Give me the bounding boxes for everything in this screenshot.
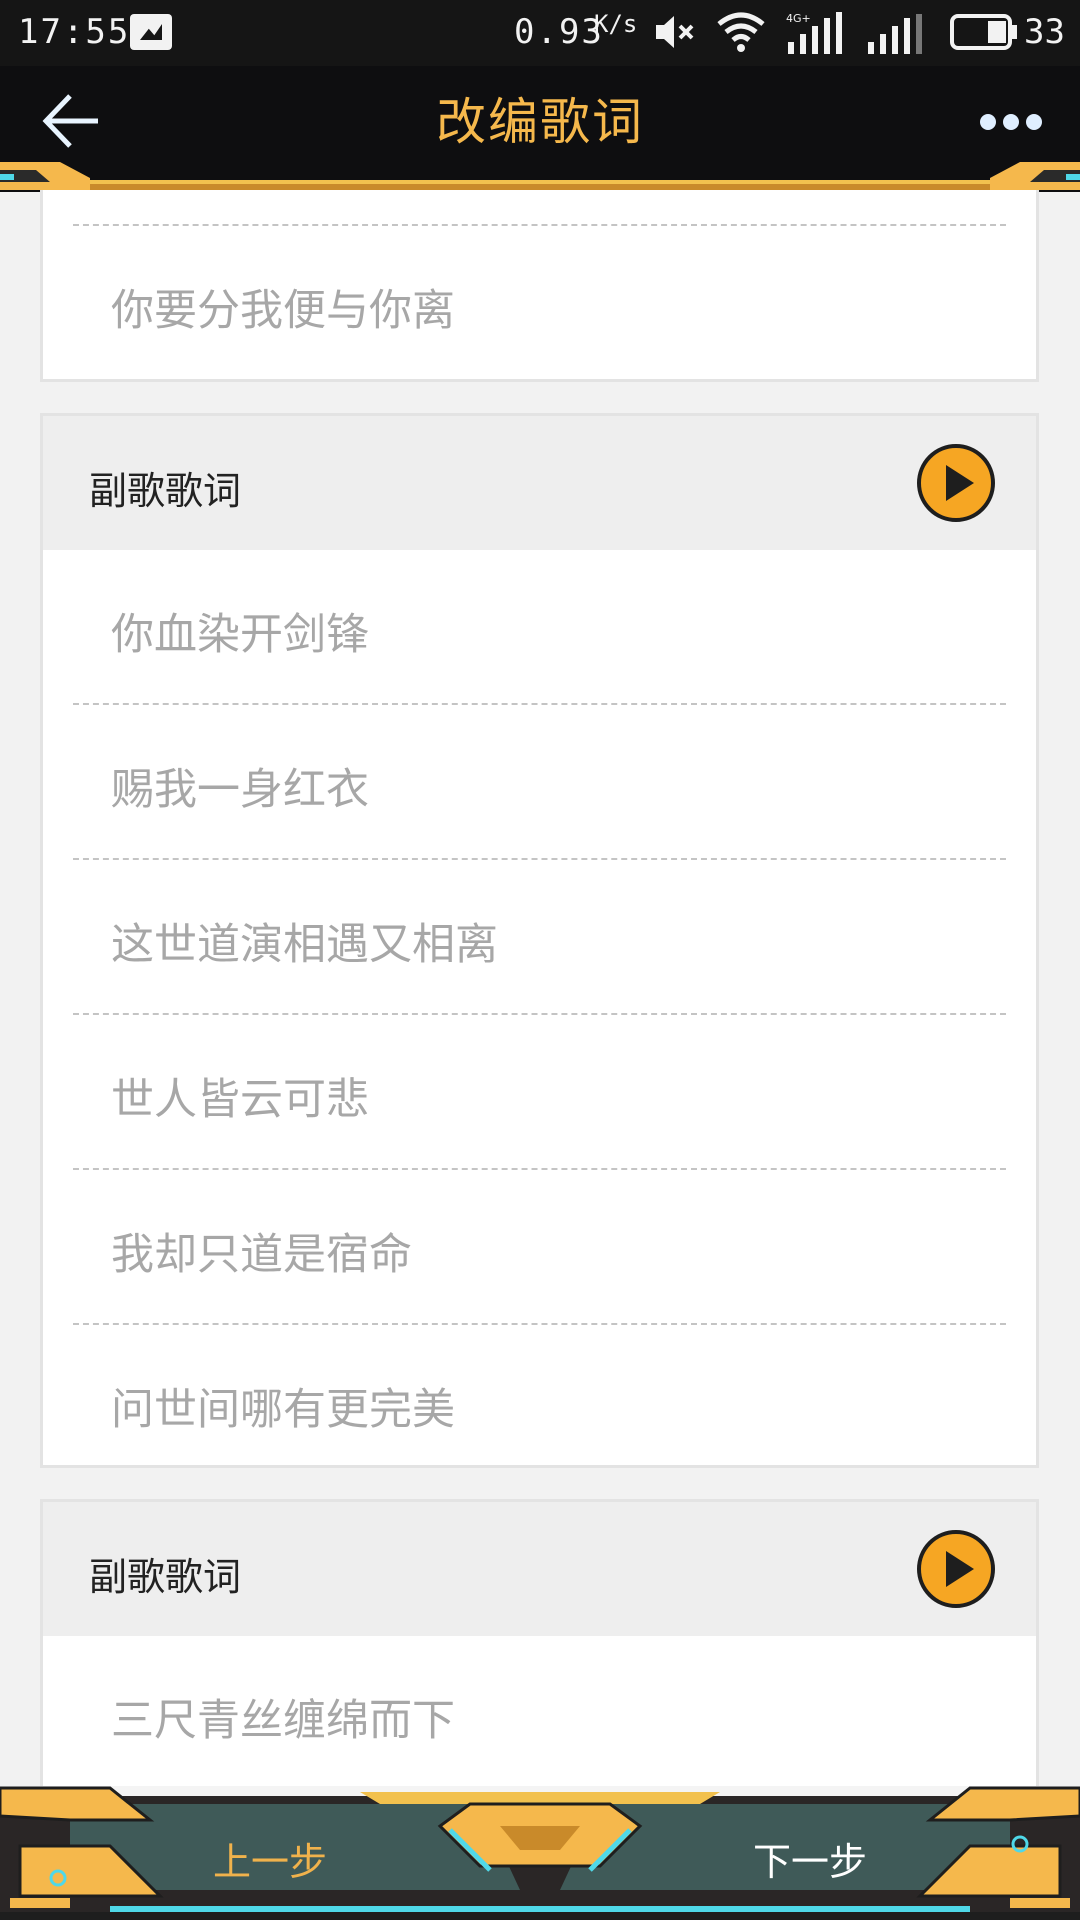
gallery-notification-icon: [130, 14, 172, 50]
svg-text:4G+: 4G+: [786, 12, 811, 25]
play-icon[interactable]: [916, 443, 996, 523]
list-item[interactable]: 你要分我便与你离: [73, 224, 1006, 379]
status-bar: 17:55 0.93 K/s 4G+ 33: [0, 0, 1080, 66]
lyric-line: 你血染开剑锋: [111, 610, 369, 660]
lyric-line: 你要分我便与你离: [111, 286, 455, 336]
battery-level: 33: [1024, 12, 1065, 52]
header-decoration: [0, 162, 1080, 190]
list-item[interactable]: 问世间哪有更完美: [73, 1323, 1006, 1478]
lyric-line: 问世间哪有更完美: [111, 1385, 455, 1435]
lyrics-section: 副歌歌词 三尺青丝缠绵而下: [40, 1499, 1039, 1819]
title-bar: 改编歌词: [0, 66, 1080, 192]
lyrics-section: 副歌歌词 你血染开剑锋 赐我一身红衣 这世道演相遇又相离 世人皆云可悲 我却只道…: [40, 413, 1039, 1468]
section-title: 副歌歌词: [89, 469, 242, 513]
battery-icon: [950, 14, 1017, 50]
footer-decoration: [0, 1786, 1080, 1920]
page-title: 改编歌词: [436, 93, 644, 151]
bottom-nav-bar: 上一步 下一步: [0, 1786, 1080, 1920]
lyric-line: 我却只道是宿命: [111, 1230, 412, 1280]
lyric-line: 世人皆云可悲: [111, 1075, 369, 1125]
play-icon[interactable]: [916, 1529, 996, 1609]
list-item[interactable]: 三尺青丝缠绵而下: [73, 1636, 1006, 1789]
lyrics-section: 你要分我便与你离: [40, 190, 1039, 382]
signal-icon: [868, 14, 922, 54]
lyric-line: 赐我一身红衣: [111, 765, 369, 815]
list-item[interactable]: 我却只道是宿命: [73, 1168, 1006, 1323]
list-item[interactable]: 赐我一身红衣: [73, 703, 1006, 858]
wifi-icon: [717, 12, 765, 52]
network-speed-unit: K/s: [594, 10, 638, 38]
next-step-button[interactable]: 下一步: [710, 1832, 910, 1892]
previous-step-button[interactable]: 上一步: [170, 1832, 370, 1892]
status-time: 17:55: [18, 12, 131, 52]
list-item[interactable]: 你血染开剑锋: [73, 550, 1006, 703]
section-header: 副歌歌词: [43, 416, 1036, 550]
section-title: 副歌歌词: [89, 1555, 242, 1599]
mute-icon: [656, 16, 694, 48]
signal-4g-icon: 4G+: [786, 12, 842, 54]
list-item[interactable]: 世人皆云可悲: [73, 1013, 1006, 1168]
lyric-line: 三尺青丝缠绵而下: [111, 1696, 455, 1746]
section-header: 副歌歌词: [43, 1502, 1036, 1636]
list-item[interactable]: 这世道演相遇又相离: [73, 858, 1006, 1013]
lyric-line: 这世道演相遇又相离: [111, 920, 498, 970]
more-dots-icon[interactable]: [976, 102, 1046, 142]
network-speed: 0.93: [514, 12, 604, 52]
